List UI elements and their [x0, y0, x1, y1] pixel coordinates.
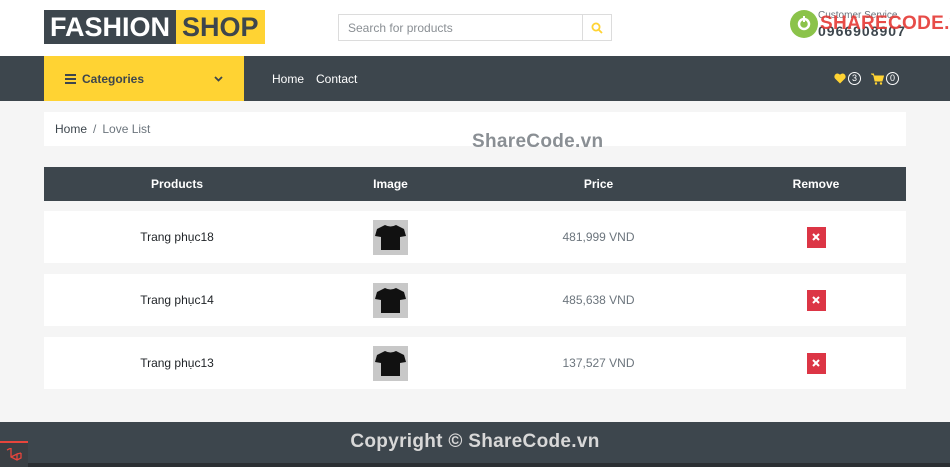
heart-icon [834, 73, 846, 84]
nav-links: Home Contact [272, 56, 369, 101]
header-price: Price [583, 177, 614, 191]
product-name[interactable]: Trang phục18 [44, 230, 310, 244]
nav-link-contact[interactable]: Contact [316, 72, 357, 86]
main-navbar: Categories Home Contact 3 0 [0, 56, 950, 101]
categories-label: Categories [82, 71, 145, 86]
footer-copyright-watermark: Copyright © ShareCode.vn [350, 431, 600, 452]
table-row: Trang phục14 485,638 VND [44, 274, 906, 326]
cart-button[interactable]: 0 [871, 72, 899, 85]
debugbar-strip [28, 463, 950, 467]
search-button[interactable] [582, 15, 611, 40]
product-thumbnail[interactable] [373, 282, 408, 318]
watermark-logo-text: SHARECODE.vn [820, 13, 950, 34]
close-icon [812, 233, 820, 241]
search-icon [591, 22, 603, 34]
close-icon [812, 359, 820, 367]
remove-button[interactable] [806, 289, 826, 311]
tshirt-image [375, 350, 406, 376]
header-products: Products [150, 177, 203, 191]
table-row: Trang phục13 137,527 VND [44, 337, 906, 389]
header-image: Image [373, 177, 408, 191]
chevron-down-icon [214, 75, 223, 82]
nav-link-home[interactable]: Home [272, 72, 304, 86]
product-thumbnail[interactable] [373, 345, 408, 381]
product-price: 137,527 VND [562, 356, 635, 370]
product-price: 485,638 VND [562, 293, 635, 307]
brand-part1: FASHION [44, 10, 177, 44]
wishlist-count-badge: 3 [848, 72, 861, 85]
laravel-icon [6, 448, 22, 461]
love-list-table-header: Products Image Price Remove [44, 167, 906, 201]
header-remove: Remove [792, 177, 840, 191]
brand-part2: SHOP [176, 10, 265, 44]
watermark-logo-icon [790, 10, 818, 38]
breadcrumb-current: Love List [102, 122, 151, 136]
search-input[interactable] [339, 15, 582, 40]
tshirt-image [375, 287, 406, 313]
search-bar [338, 14, 612, 41]
product-price: 481,999 VND [562, 230, 635, 244]
watermark-logo: SHARECODE.vn [790, 10, 950, 38]
breadcrumb-separator: / [93, 122, 97, 136]
remove-button[interactable] [806, 226, 826, 248]
shopping-cart-icon [871, 73, 884, 85]
nav-icons: 3 0 [834, 56, 909, 101]
tshirt-image [375, 224, 406, 250]
top-header: FASHION SHOP Customer Service 0966908907… [0, 0, 950, 56]
product-name[interactable]: Trang phục14 [44, 293, 310, 307]
menu-icon [65, 73, 76, 84]
close-icon [812, 296, 820, 304]
table-row: Trang phục18 481,999 VND [44, 211, 906, 263]
product-name[interactable]: Trang phục13 [44, 356, 310, 370]
remove-button[interactable] [806, 352, 826, 374]
product-thumbnail[interactable] [373, 219, 408, 255]
breadcrumb-home[interactable]: Home [55, 122, 87, 136]
debugbar-toggle[interactable] [0, 441, 28, 467]
watermark-center: ShareCode.vn [472, 131, 604, 152]
wishlist-button[interactable]: 3 [834, 72, 861, 85]
categories-dropdown[interactable]: Categories [44, 56, 244, 101]
brand-logo[interactable]: FASHION SHOP [44, 10, 265, 44]
cart-count-badge: 0 [886, 72, 899, 85]
